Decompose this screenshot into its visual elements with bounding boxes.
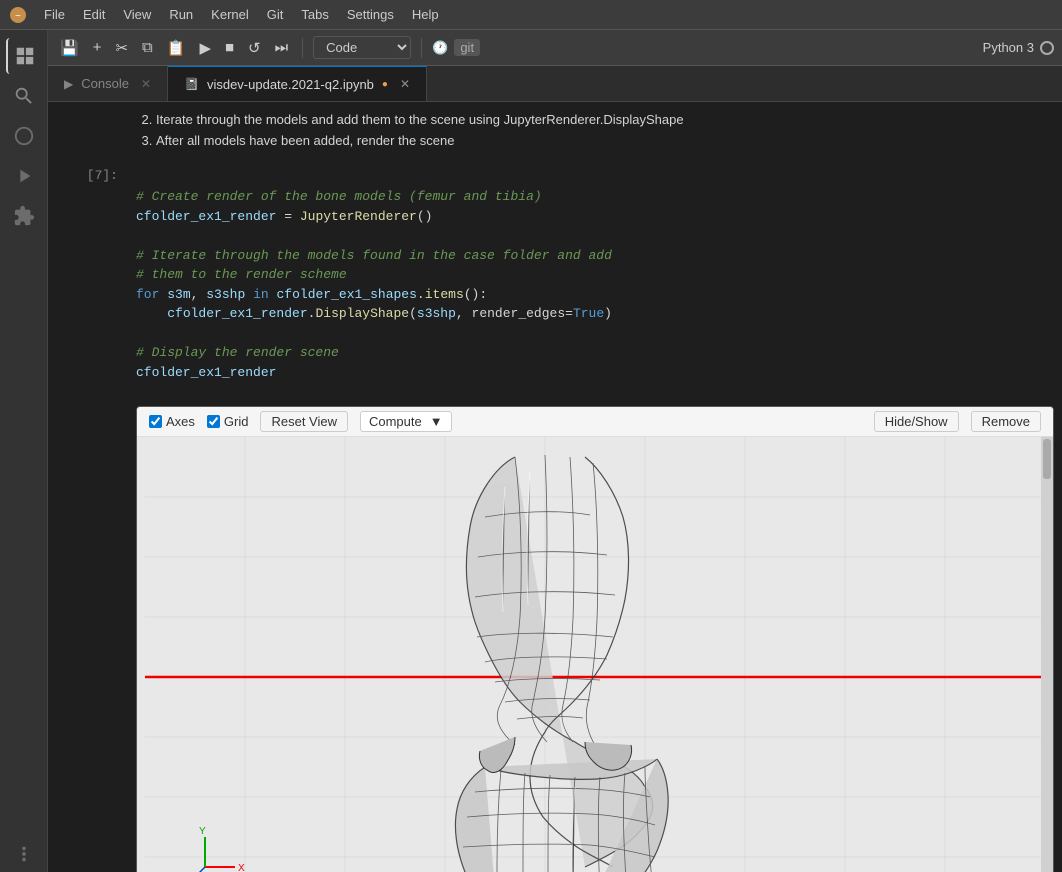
menu-file[interactable]: File — [36, 5, 73, 24]
compute-dropdown[interactable]: Compute ▼ — [360, 411, 452, 432]
paste-button[interactable]: 📋 — [163, 37, 190, 59]
app-logo: ~ — [8, 5, 28, 25]
tab-console-close[interactable]: ✕ — [141, 77, 151, 91]
menu-edit[interactable]: Edit — [75, 5, 113, 24]
cell-7-gutter: [7]: — [48, 164, 128, 872]
svg-text:X: X — [238, 863, 245, 872]
markdown-item-0: Iterate through the models and add them … — [156, 110, 1054, 131]
menu-run[interactable]: Run — [161, 5, 201, 24]
menu-settings[interactable]: Settings — [339, 5, 402, 24]
axes-checkbox[interactable] — [149, 415, 162, 428]
code-line-2: cfolder_ex1_render = JupyterRenderer() — [136, 209, 432, 224]
menu-kernel[interactable]: Kernel — [203, 5, 257, 24]
toolbar: 💾 + ✂ ⧉ 📋 ▶ ■ ↺ ⏭ Code Markdown Raw 🕐 gi… — [48, 30, 1062, 66]
copy-button[interactable]: ⧉ — [138, 37, 157, 58]
tab-notebook-label: visdev-update.2021-q2.ipynb — [207, 77, 374, 92]
tab-modified-dot: ● — [382, 79, 388, 90]
3d-viewport[interactable]: X Y Z — [137, 437, 1053, 872]
grid-label: Grid — [224, 414, 249, 429]
svg-text:~: ~ — [15, 11, 21, 22]
clock-icon: 🕐 — [432, 40, 448, 56]
markdown-cell: Iterate through the models and add them … — [48, 102, 1062, 160]
cut-button[interactable]: ✂ — [111, 37, 132, 59]
markdown-gutter — [48, 106, 128, 156]
svg-text:Y: Y — [199, 826, 206, 837]
markdown-content: Iterate through the models and add them … — [128, 106, 1062, 156]
code-block-7: # Create render of the bone models (femu… — [128, 164, 1062, 406]
code-cell-7: [7]: # Create render of the bone models … — [48, 160, 1062, 872]
renderer-output: Axes Grid Reset View Compute ▼ — [136, 406, 1054, 872]
notebook-area[interactable]: Iterate through the models and add them … — [48, 102, 1062, 872]
markdown-item-1: After all models have been added, render… — [156, 131, 1054, 152]
cell-type-selector[interactable]: Code Markdown Raw — [313, 36, 411, 59]
activity-explorer[interactable] — [6, 38, 42, 74]
separator-1 — [302, 38, 303, 58]
renderer-toolbar: Axes Grid Reset View Compute ▼ — [137, 407, 1053, 437]
notebook-icon: 📓 — [184, 77, 199, 91]
tab-notebook-close[interactable]: ✕ — [400, 77, 410, 91]
compute-label: Compute — [369, 414, 422, 429]
console-icon: ▶ — [64, 77, 73, 91]
reset-view-button[interactable]: Reset View — [260, 411, 348, 432]
stop-button[interactable]: ■ — [221, 37, 238, 58]
tab-bar: ▶ Console ✕ 📓 visdev-update.2021-q2.ipyn… — [48, 66, 1062, 102]
menu-tabs[interactable]: Tabs — [293, 5, 336, 24]
add-cell-button[interactable]: + — [89, 37, 106, 58]
compute-chevron-icon: ▼ — [430, 414, 443, 429]
axes-label: Axes — [166, 414, 195, 429]
activity-run-debug[interactable] — [6, 158, 42, 194]
main-layout: 💾 + ✂ ⧉ 📋 ▶ ■ ↺ ⏭ Code Markdown Raw 🕐 gi… — [0, 30, 1062, 872]
kernel-name: Python 3 — [983, 40, 1034, 55]
menu-git[interactable]: Git — [259, 5, 292, 24]
cell-7-content[interactable]: # Create render of the bone models (femu… — [128, 164, 1062, 872]
tab-console-label: Console — [81, 76, 129, 91]
grid-checkbox[interactable] — [207, 415, 220, 428]
activity-extensions[interactable] — [6, 198, 42, 234]
tab-console[interactable]: ▶ Console ✕ — [48, 66, 168, 101]
remove-button[interactable]: Remove — [971, 411, 1041, 432]
kernel-info: Python 3 — [983, 40, 1054, 55]
activity-bar — [0, 30, 48, 872]
cell-7-number: [7]: — [87, 168, 118, 183]
restart-button[interactable]: ↺ — [244, 37, 265, 59]
axes-checkbox-group: Axes — [149, 414, 195, 429]
comment-1: # Create render of the bone models (femu… — [136, 189, 542, 204]
menu-bar: ~ File Edit View Run Kernel Git Tabs Set… — [0, 0, 1062, 30]
content-area: 💾 + ✂ ⧉ 📋 ▶ ■ ↺ ⏭ Code Markdown Raw 🕐 gi… — [48, 30, 1062, 872]
activity-source-control[interactable] — [6, 118, 42, 154]
tab-notebook[interactable]: 📓 visdev-update.2021-q2.ipynb ● ✕ — [168, 66, 427, 101]
comment-4: # Display the render scene — [136, 345, 339, 360]
activity-search[interactable] — [6, 78, 42, 114]
separator-2 — [421, 38, 422, 58]
comment-2: # Iterate through the models found in th… — [136, 248, 612, 263]
markdown-text: Iterate through the models and add them … — [128, 106, 1062, 156]
code-line-for: for s3m, s3shp in cfolder_ex1_shapes.ite… — [136, 287, 487, 302]
activity-settings[interactable] — [6, 836, 42, 872]
comment-3: # them to the render scheme — [136, 267, 347, 282]
scrollbar-thumb — [1043, 439, 1051, 479]
git-badge[interactable]: git — [454, 39, 480, 56]
grid-checkbox-group: Grid — [207, 414, 249, 429]
save-button[interactable]: 💾 — [56, 37, 83, 59]
fast-forward-button[interactable]: ⏭ — [271, 37, 293, 58]
viewport-scrollbar[interactable] — [1041, 437, 1053, 872]
code-line-display: cfolder_ex1_render.DisplayShape(s3shp, r… — [136, 306, 612, 321]
run-button[interactable]: ▶ — [195, 37, 215, 59]
menu-view[interactable]: View — [115, 5, 159, 24]
hide-show-button[interactable]: Hide/Show — [874, 411, 959, 432]
code-line-render: cfolder_ex1_render — [136, 365, 276, 380]
menu-help[interactable]: Help — [404, 5, 447, 24]
bone-scene-svg: X Y Z — [137, 437, 1053, 872]
kernel-circle-icon — [1040, 41, 1054, 55]
